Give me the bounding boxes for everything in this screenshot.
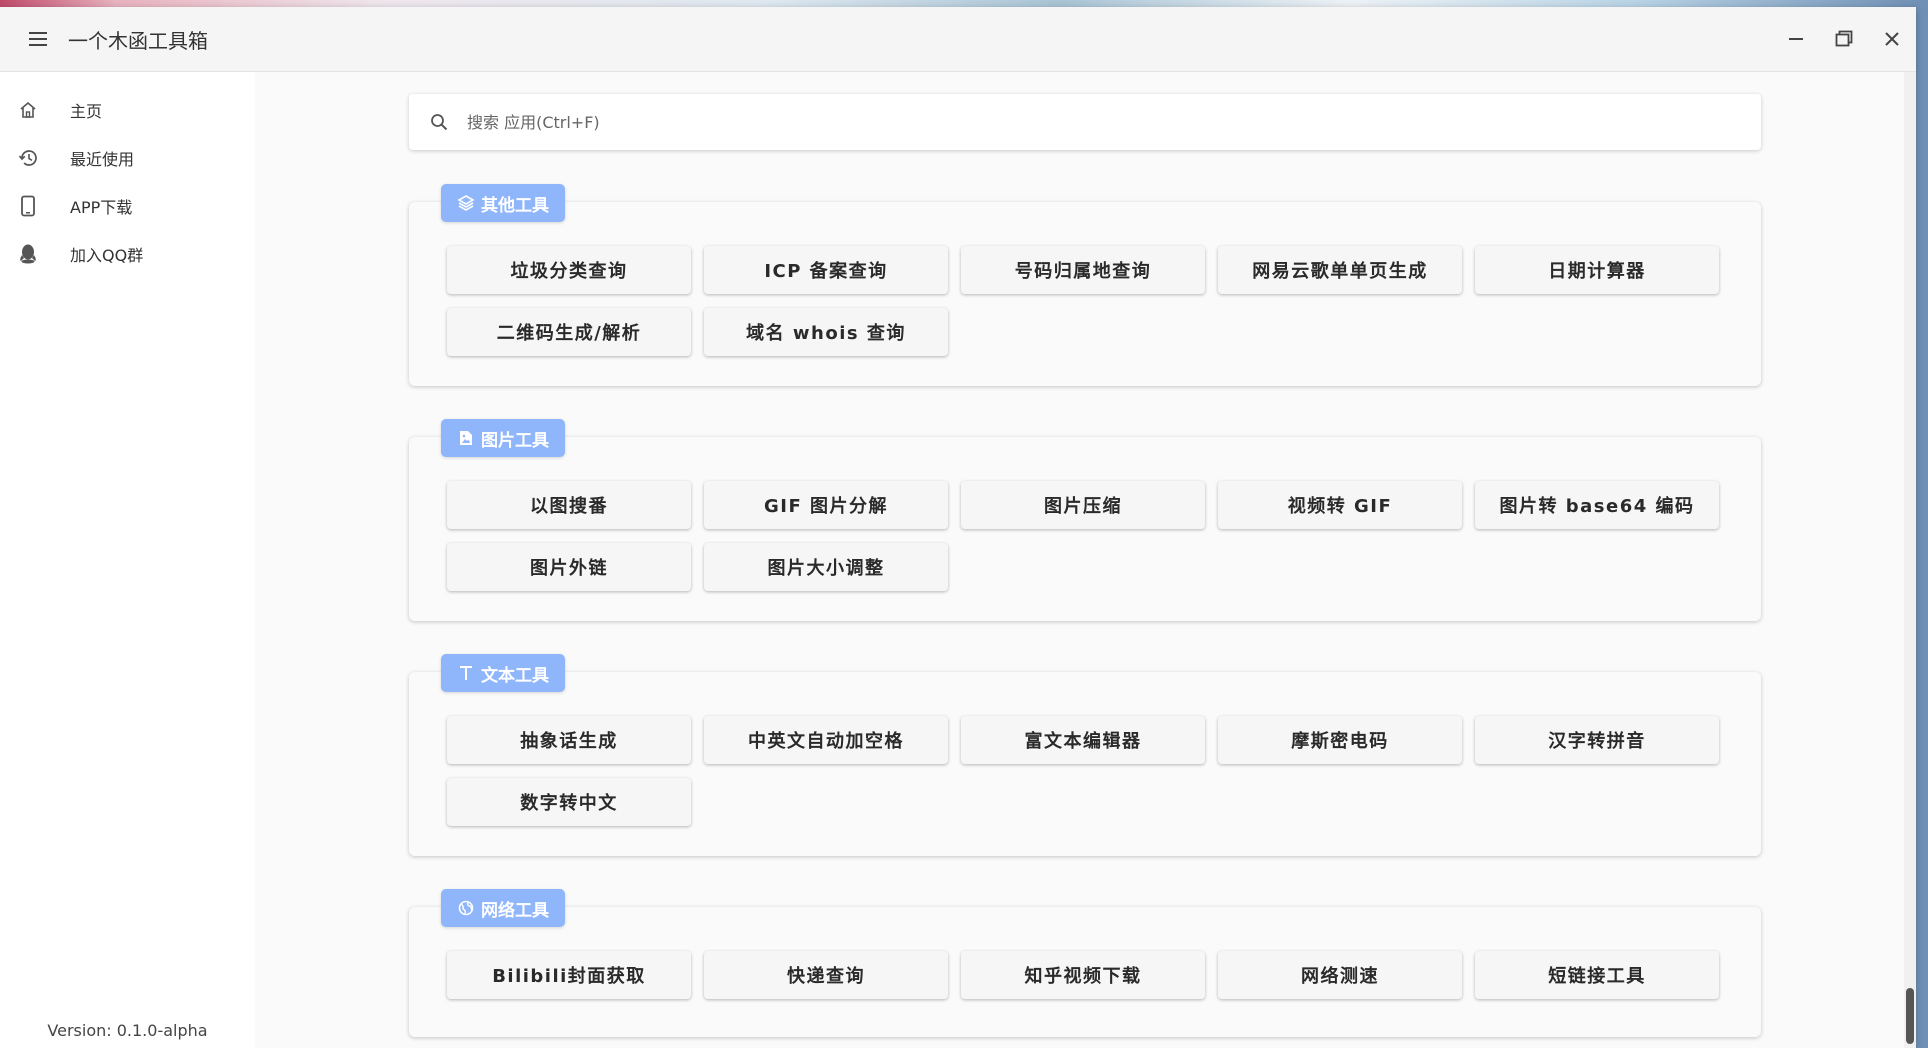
tool-button[interactable]: 垃圾分类查询 (447, 246, 691, 294)
section-network-tools: 网络工具 Bilibili封面获取 快递查询 知乎视频下载 网络测速 短链接工具 (409, 889, 1761, 1037)
tool-button[interactable]: 汉字转拼音 (1475, 716, 1719, 764)
sidebar-item-home[interactable]: 主页 (0, 86, 255, 134)
tool-button[interactable]: 快递查询 (704, 951, 948, 999)
tool-button[interactable]: 网络测速 (1218, 951, 1462, 999)
tool-button[interactable]: 短链接工具 (1475, 951, 1719, 999)
sidebar: 主页 最近使用 APP下载 加入QQ群 Version: 0.1.0-alpha (0, 72, 255, 1048)
search-icon (427, 110, 451, 134)
tool-button[interactable]: Bilibili封面获取 (447, 951, 691, 999)
history-icon (16, 146, 40, 170)
layers-icon (457, 194, 475, 212)
scrollbar-thumb[interactable] (1906, 988, 1914, 1044)
sidebar-item-label: 最近使用 (70, 150, 135, 169)
tool-button[interactable]: 网易云歌单单页生成 (1218, 246, 1462, 294)
tool-button[interactable]: 号码归属地查询 (961, 246, 1205, 294)
app-window: 一个木函工具箱 主页 最近使用 APP下载 加入QQ群 Version: 0.1… (0, 7, 1916, 1048)
globe-icon (457, 899, 475, 917)
text-icon (457, 664, 475, 682)
section-image-tools: 图片工具 以图搜番 GIF 图片分解 图片压缩 视频转 GIF 图片转 base… (409, 419, 1761, 621)
tool-button[interactable]: 图片压缩 (961, 481, 1205, 529)
section-text-tools: 文本工具 抽象话生成 中英文自动加空格 富文本编辑器 摩斯密电码 汉字转拼音 数… (409, 654, 1761, 856)
hamburger-icon (29, 32, 47, 46)
image-file-icon (457, 429, 475, 447)
tool-button[interactable]: 图片转 base64 编码 (1475, 481, 1719, 529)
sidebar-item-label: 加入QQ群 (70, 246, 144, 265)
section-other-tools: 其他工具 垃圾分类查询 ICP 备案查询 号码归属地查询 网易云歌单单页生成 日… (409, 184, 1761, 386)
tool-button[interactable]: GIF 图片分解 (704, 481, 948, 529)
tool-button[interactable]: 视频转 GIF (1218, 481, 1462, 529)
tool-button[interactable]: 二维码生成/解析 (447, 308, 691, 356)
window-controls (1772, 7, 1916, 71)
search-bar (409, 94, 1761, 150)
tool-button[interactable]: 图片外链 (447, 543, 691, 591)
maximize-button[interactable] (1820, 7, 1868, 71)
sidebar-item-qq-group[interactable]: 加入QQ群 (0, 230, 255, 278)
section-title: 其他工具 (481, 195, 549, 216)
tool-button[interactable]: 图片大小调整 (704, 543, 948, 591)
tool-button[interactable]: 抽象话生成 (447, 716, 691, 764)
tool-grid: 抽象话生成 中英文自动加空格 富文本编辑器 摩斯密电码 汉字转拼音 数字转中文 (447, 716, 1723, 826)
section-label: 其他工具 (441, 184, 565, 222)
phone-icon (16, 194, 40, 218)
section-label: 图片工具 (441, 419, 565, 457)
section-label: 文本工具 (441, 654, 565, 692)
minimize-button[interactable] (1772, 7, 1820, 71)
tool-grid: 以图搜番 GIF 图片分解 图片压缩 视频转 GIF 图片转 base64 编码… (447, 481, 1723, 591)
tool-button[interactable]: 域名 whois 查询 (704, 308, 948, 356)
section-title: 图片工具 (481, 430, 549, 451)
tool-button[interactable]: 中英文自动加空格 (704, 716, 948, 764)
close-button[interactable] (1868, 7, 1916, 71)
tool-button[interactable]: 富文本编辑器 (961, 716, 1205, 764)
minimize-icon (1789, 38, 1803, 40)
tool-button[interactable]: 数字转中文 (447, 778, 691, 826)
maximize-icon (1835, 30, 1853, 47)
section-title: 文本工具 (481, 665, 549, 686)
tool-button[interactable]: 摩斯密电码 (1218, 716, 1462, 764)
home-icon (16, 98, 40, 122)
close-icon (1885, 32, 1899, 46)
section-title: 网络工具 (481, 900, 549, 921)
menu-button[interactable] (18, 19, 58, 59)
tool-button[interactable]: ICP 备案查询 (704, 246, 948, 294)
sidebar-item-recent[interactable]: 最近使用 (0, 134, 255, 182)
tool-button[interactable]: 日期计算器 (1475, 246, 1719, 294)
qq-icon (16, 242, 40, 266)
sidebar-item-label: 主页 (70, 102, 103, 121)
tool-grid: Bilibili封面获取 快递查询 知乎视频下载 网络测速 短链接工具 (447, 951, 1723, 999)
tool-button[interactable]: 以图搜番 (447, 481, 691, 529)
tool-button[interactable]: 知乎视频下载 (961, 951, 1205, 999)
version-label: Version: 0.1.0-alpha (47, 1021, 208, 1040)
sidebar-item-label: APP下载 (70, 198, 133, 217)
scrollbar[interactable] (1904, 72, 1916, 1048)
sidebar-item-app-download[interactable]: APP下载 (0, 182, 255, 230)
title-bar: 一个木函工具箱 (0, 7, 1916, 72)
tool-grid: 垃圾分类查询 ICP 备案查询 号码归属地查询 网易云歌单单页生成 日期计算器 … (447, 246, 1723, 356)
app-title: 一个木函工具箱 (68, 28, 208, 53)
section-label: 网络工具 (441, 889, 565, 927)
main-content: 其他工具 垃圾分类查询 ICP 备案查询 号码归属地查询 网易云歌单单页生成 日… (255, 72, 1904, 1048)
search-input[interactable] (465, 111, 1669, 133)
